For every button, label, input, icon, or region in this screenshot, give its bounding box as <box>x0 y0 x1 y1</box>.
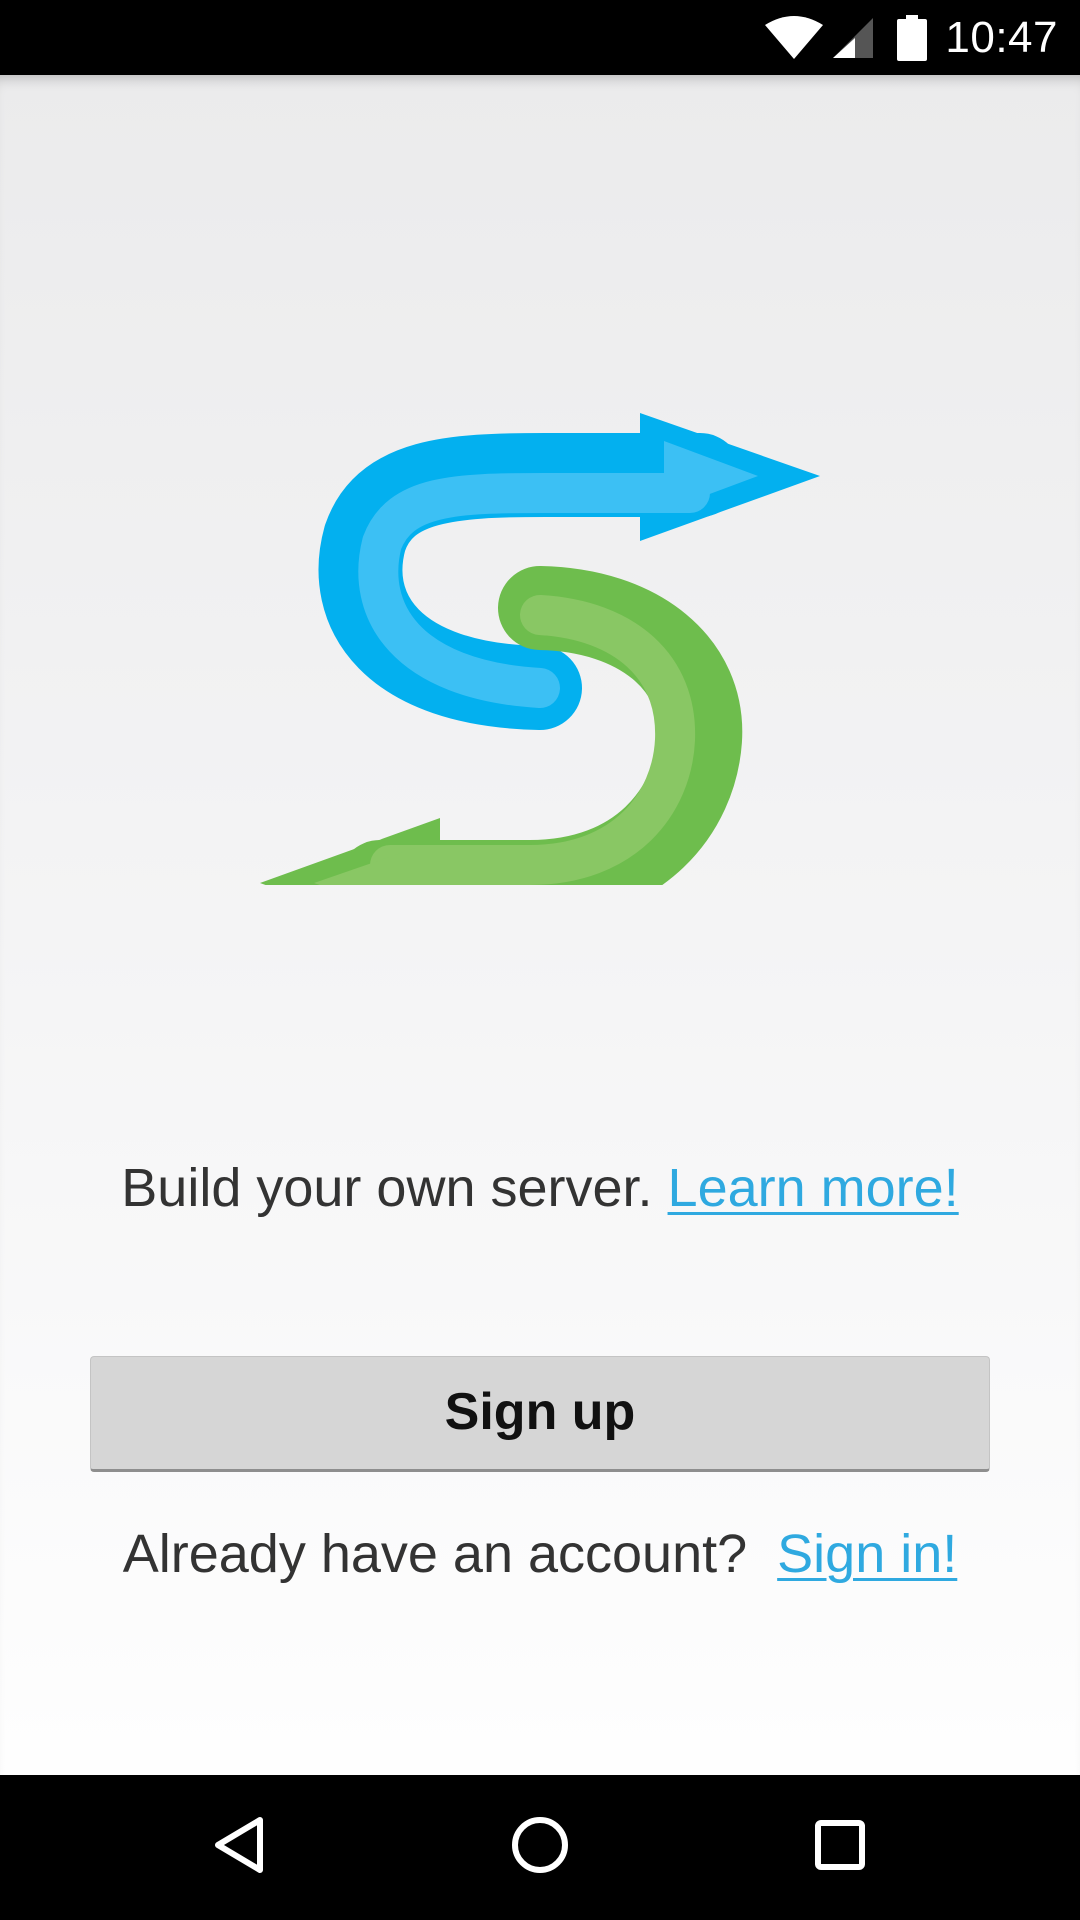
tagline-text: Build your own server. <box>121 1158 653 1218</box>
main-content: Build your own server. Learn more! Sign … <box>0 75 1080 1775</box>
navigation-bar <box>0 1775 1080 1920</box>
signin-row: Already have an account? Sign in! <box>0 1523 1080 1585</box>
battery-icon <box>897 14 928 61</box>
recents-icon <box>810 1815 870 1880</box>
home-button[interactable] <box>490 1797 590 1897</box>
app-screen: 10:47 Build your own server. Learn more!… <box>0 0 1080 1920</box>
status-bar: 10:47 <box>0 0 1080 75</box>
signin-prompt: Already have an account? <box>122 1524 748 1584</box>
cell-signal-icon <box>831 16 875 60</box>
signup-button[interactable]: Sign up <box>90 1356 990 1472</box>
status-icons: 10:47 <box>763 0 1080 75</box>
back-button[interactable] <box>190 1797 290 1897</box>
home-icon <box>510 1815 570 1880</box>
status-time: 10:47 <box>945 12 1058 62</box>
wifi-icon <box>763 15 825 61</box>
tagline: Build your own server. Learn more! <box>0 1157 1080 1219</box>
learn-more-link[interactable]: Learn more! <box>668 1158 959 1218</box>
signin-link[interactable]: Sign in! <box>777 1524 957 1584</box>
back-icon <box>210 1815 270 1880</box>
sync-arrows-logo <box>250 325 830 948</box>
recents-button[interactable] <box>790 1797 890 1897</box>
